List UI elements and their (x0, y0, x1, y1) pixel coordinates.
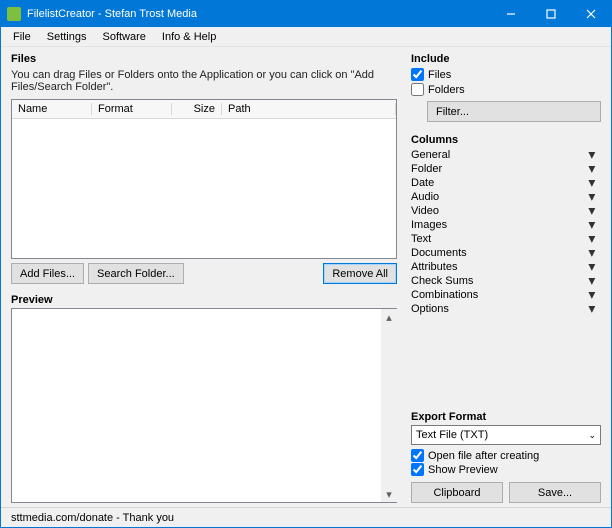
expand-icon: ▶ (587, 262, 598, 272)
column-group-label: Date (411, 177, 434, 189)
include-files-checkbox[interactable]: Files (411, 68, 601, 81)
window-title: FilelistCreator - Stefan Trost Media (27, 8, 491, 20)
scroll-up-icon[interactable]: ▴ (381, 309, 397, 325)
expand-icon: ▶ (587, 304, 598, 314)
col-header-name[interactable]: Name (12, 103, 92, 115)
expand-icon: ▶ (587, 220, 598, 230)
col-header-size[interactable]: Size (172, 103, 222, 115)
files-heading: Files (11, 53, 397, 65)
column-group-video[interactable]: Video ▶ (411, 204, 601, 218)
column-group-label: Video (411, 205, 439, 217)
expand-icon: ▶ (587, 192, 598, 202)
menu-file[interactable]: File (5, 29, 39, 45)
column-group-check-sums[interactable]: Check Sums ▶ (411, 274, 601, 288)
app-icon (7, 7, 21, 21)
column-group-label: Audio (411, 191, 439, 203)
include-files-input[interactable] (411, 68, 424, 81)
preview-textbox[interactable]: ▴ ▾ (11, 308, 397, 503)
column-group-date[interactable]: Date ▶ (411, 176, 601, 190)
columns-list: General▶Folder▶Date▶Audio▶Video▶Images▶T… (411, 148, 601, 316)
expand-icon: ▶ (587, 206, 598, 216)
column-group-label: Options (411, 303, 449, 315)
column-group-images[interactable]: Images ▶ (411, 218, 601, 232)
show-preview-input[interactable] (411, 463, 424, 476)
chevron-down-icon: ⌄ (588, 430, 596, 441)
column-group-folder[interactable]: Folder ▶ (411, 162, 601, 176)
include-files-label: Files (428, 69, 451, 81)
column-group-label: Check Sums (411, 275, 473, 287)
filter-button[interactable]: Filter... (427, 101, 601, 122)
expand-icon: ▶ (587, 150, 598, 160)
files-list-header: Name Format Size Path (12, 100, 396, 119)
open-after-label: Open file after creating (428, 450, 539, 462)
column-group-options[interactable]: Options ▶ (411, 302, 601, 316)
column-group-label: Images (411, 219, 447, 231)
save-button[interactable]: Save... (509, 482, 601, 503)
maximize-button[interactable] (531, 1, 571, 27)
column-group-attributes[interactable]: Attributes ▶ (411, 260, 601, 274)
column-group-general[interactable]: General ▶ (411, 148, 601, 162)
statusbar: sttmedia.com/donate - Thank you (1, 507, 611, 527)
menu-settings[interactable]: Settings (39, 29, 95, 45)
menubar: File Settings Software Info & Help (1, 27, 611, 47)
include-folders-input[interactable] (411, 83, 424, 96)
columns-heading: Columns (411, 134, 601, 146)
preview-heading: Preview (11, 294, 397, 306)
column-group-label: Combinations (411, 289, 478, 301)
files-hint: You can drag Files or Folders onto the A… (11, 69, 397, 93)
show-preview-label: Show Preview (428, 464, 498, 476)
column-group-label: General (411, 149, 450, 161)
status-text: sttmedia.com/donate - Thank you (11, 512, 174, 524)
column-group-label: Text (411, 233, 431, 245)
export-format-value: Text File (TXT) (416, 429, 488, 441)
files-list[interactable]: Name Format Size Path (11, 99, 397, 259)
preview-scrollbar[interactable]: ▴ ▾ (381, 309, 397, 502)
column-group-audio[interactable]: Audio ▶ (411, 190, 601, 204)
add-files-button[interactable]: Add Files... (11, 263, 84, 284)
open-after-checkbox[interactable]: Open file after creating (411, 449, 601, 462)
col-header-format[interactable]: Format (92, 103, 172, 115)
expand-icon: ▶ (587, 248, 598, 258)
include-folders-checkbox[interactable]: Folders (411, 83, 601, 96)
scroll-down-icon[interactable]: ▾ (381, 486, 397, 502)
expand-icon: ▶ (587, 164, 598, 174)
expand-icon: ▶ (587, 178, 598, 188)
include-heading: Include (411, 53, 601, 65)
show-preview-checkbox[interactable]: Show Preview (411, 463, 601, 476)
app-window: FilelistCreator - Stefan Trost Media Fil… (0, 0, 612, 528)
search-folder-button[interactable]: Search Folder... (88, 263, 184, 284)
column-group-text[interactable]: Text ▶ (411, 232, 601, 246)
expand-icon: ▶ (587, 290, 598, 300)
close-button[interactable] (571, 1, 611, 27)
clipboard-button[interactable]: Clipboard (411, 482, 503, 503)
export-heading: Export Format (411, 411, 601, 423)
expand-icon: ▶ (587, 234, 598, 244)
titlebar: FilelistCreator - Stefan Trost Media (1, 1, 611, 27)
menu-software[interactable]: Software (94, 29, 153, 45)
menu-info[interactable]: Info & Help (154, 29, 224, 45)
remove-all-button[interactable]: Remove All (323, 263, 397, 284)
minimize-button[interactable] (491, 1, 531, 27)
column-group-combinations[interactable]: Combinations ▶ (411, 288, 601, 302)
column-group-label: Folder (411, 163, 442, 175)
col-header-path[interactable]: Path (222, 103, 396, 115)
column-group-label: Attributes (411, 261, 457, 273)
column-group-label: Documents (411, 247, 467, 259)
open-after-input[interactable] (411, 449, 424, 462)
include-folders-label: Folders (428, 84, 465, 96)
column-group-documents[interactable]: Documents ▶ (411, 246, 601, 260)
export-format-select[interactable]: Text File (TXT) ⌄ (411, 425, 601, 445)
expand-icon: ▶ (587, 276, 598, 286)
